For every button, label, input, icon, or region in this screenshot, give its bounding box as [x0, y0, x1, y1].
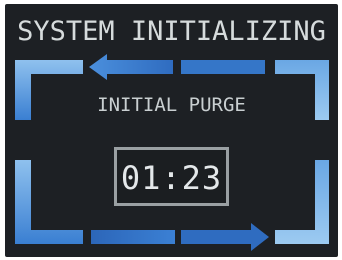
- frame-corner-bottom-right: [275, 160, 329, 244]
- frame-segment-top-middle: [181, 60, 265, 74]
- countdown-box: 01:23: [114, 147, 229, 206]
- frame-corner-bottom-left: [15, 160, 83, 244]
- screen-title: SYSTEM INITIALIZING: [17, 16, 326, 47]
- arrow-right-icon: [181, 223, 269, 251]
- countdown-timer: 01:23: [120, 159, 223, 197]
- arrow-left-icon: [89, 54, 173, 80]
- frame-segment-bottom-middle: [91, 230, 175, 244]
- phase-label: INITIAL PURGE: [97, 94, 246, 116]
- system-screen: SYSTEM INITIALIZING INITIAL PURGE 01:23: [5, 4, 338, 257]
